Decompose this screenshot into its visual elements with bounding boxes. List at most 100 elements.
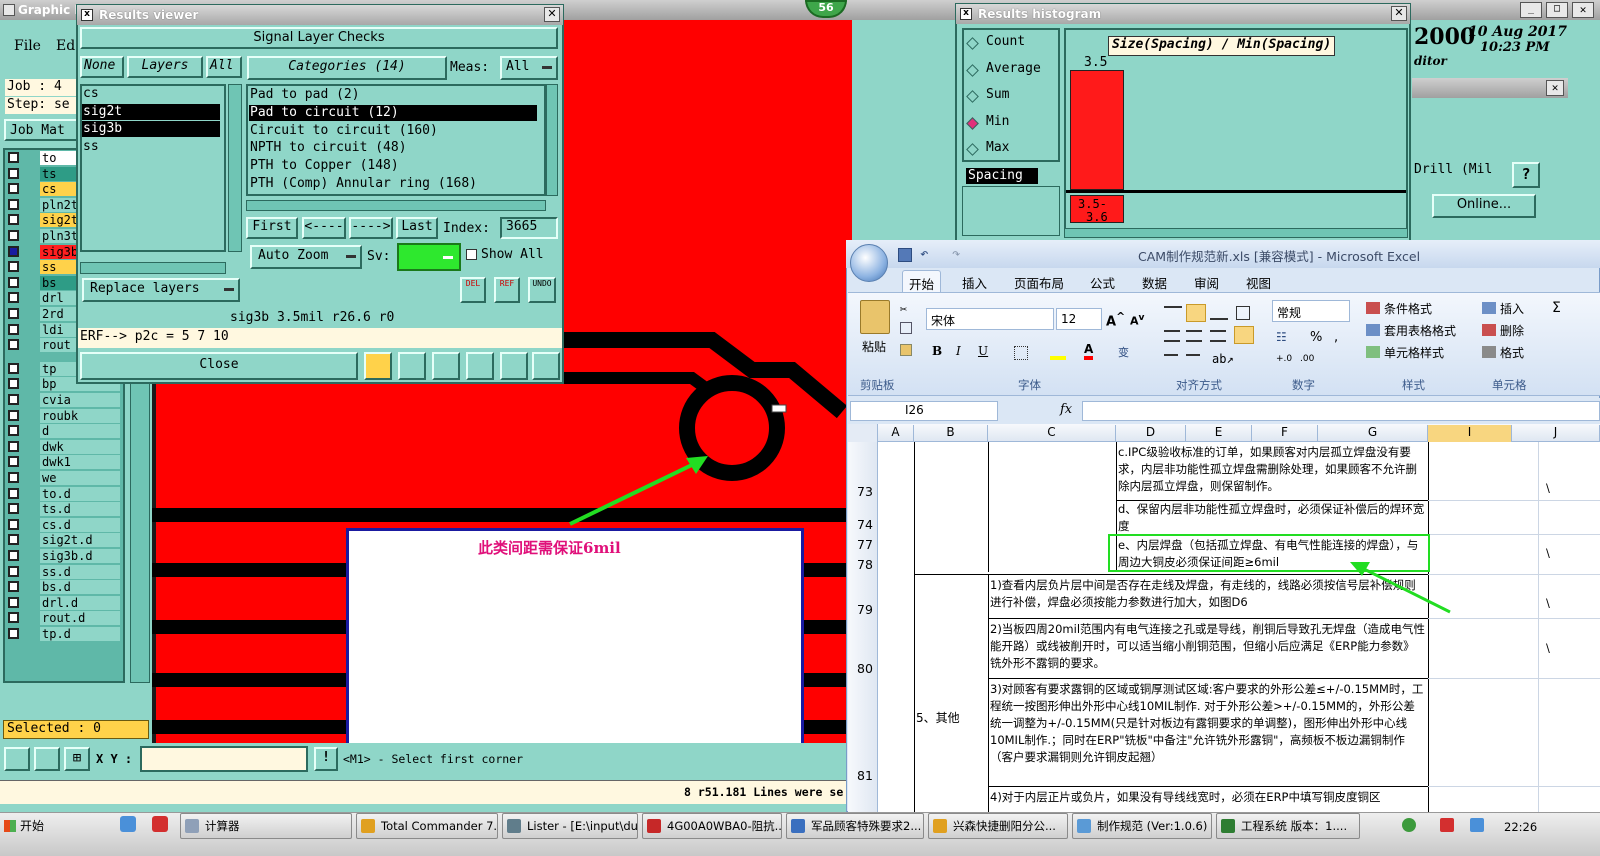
cell-c80[interactable]: 2)当板四周20mil范围内有电气连接之孔或是导线，削铜后导致孔无焊盘（造成电气… bbox=[990, 621, 1426, 677]
undo-icon[interactable]: ↶ bbox=[920, 246, 928, 262]
measure-icon[interactable] bbox=[364, 352, 392, 380]
cell-styles-button[interactable]: 单元格样式 bbox=[1384, 344, 1444, 361]
taskbar-item[interactable]: Total Commander 7.0... bbox=[356, 813, 498, 839]
ribbon-tab[interactable]: 公式 bbox=[1084, 270, 1121, 292]
undo-button[interactable]: UNDO bbox=[528, 277, 556, 303]
grow-font-icon[interactable]: A^ bbox=[1106, 310, 1125, 329]
align-center-icon[interactable] bbox=[1186, 330, 1202, 342]
currency-icon[interactable]: ☷ bbox=[1276, 330, 1287, 344]
cut-icon[interactable]: ✂ bbox=[900, 302, 907, 316]
name-box[interactable]: I26 bbox=[850, 401, 998, 421]
layer-row[interactable]: ss.d bbox=[6, 564, 122, 580]
ribbon-tab[interactable]: 数据 bbox=[1136, 270, 1173, 292]
auto-zoom-dropdown[interactable]: Auto Zoom bbox=[250, 245, 362, 269]
column-header[interactable]: J bbox=[1512, 425, 1600, 442]
pdf-icon[interactable] bbox=[152, 816, 168, 832]
window-menu-icon[interactable]: x bbox=[81, 9, 93, 21]
orientation-icon[interactable]: ab↗ bbox=[1212, 352, 1234, 366]
histogram-icon[interactable] bbox=[532, 352, 560, 380]
show-all-checkbox[interactable] bbox=[466, 249, 477, 260]
bold-icon[interactable]: B bbox=[932, 344, 942, 358]
delete-cells-button[interactable]: 删除 bbox=[1500, 322, 1524, 339]
layer-checkbox[interactable] bbox=[8, 198, 19, 210]
layer-checkbox[interactable] bbox=[8, 628, 19, 639]
export-icon[interactable] bbox=[398, 352, 426, 380]
ribbon-tab[interactable]: 视图 bbox=[1240, 270, 1277, 292]
histogram-option-min[interactable]: Min bbox=[966, 114, 1056, 134]
close-icon[interactable]: ✕ bbox=[1572, 2, 1594, 18]
paste-label[interactable]: 粘贴 bbox=[862, 338, 886, 355]
layer-row[interactable]: cvia bbox=[6, 393, 122, 408]
layer-checkbox[interactable] bbox=[8, 378, 19, 390]
cell-d73[interactable]: c.IPC级验收标准的订单，如果顾客对内层孤立焊盘没有要求，内层非功能性孤立焊盘… bbox=[1118, 444, 1426, 500]
column-header[interactable]: E bbox=[1186, 425, 1252, 442]
layer-row[interactable]: to.d bbox=[6, 486, 122, 502]
borders-icon[interactable] bbox=[1014, 346, 1028, 360]
layer-checkbox[interactable] bbox=[8, 339, 19, 351]
tool-icon-1[interactable] bbox=[4, 747, 30, 771]
align-right-icon[interactable] bbox=[1210, 330, 1226, 342]
column-header[interactable]: F bbox=[1252, 425, 1318, 442]
cell-d74[interactable]: d、保留内层非功能性孤立焊盘时，必须保证补偿后的焊环宽度 bbox=[1118, 501, 1426, 535]
merge-center-icon[interactable] bbox=[1234, 326, 1254, 344]
insert-cells-button[interactable]: 插入 bbox=[1500, 300, 1524, 317]
column-header[interactable]: A bbox=[878, 425, 914, 442]
layer-row[interactable]: we bbox=[6, 471, 122, 486]
fx-icon[interactable]: fx bbox=[1060, 402, 1072, 417]
next-button[interactable]: ----> bbox=[349, 217, 393, 239]
layer-checkbox[interactable] bbox=[8, 261, 19, 273]
layer-checkbox[interactable] bbox=[8, 596, 19, 608]
shrink-font-icon[interactable]: Av bbox=[1130, 312, 1144, 328]
row-number[interactable]: 79 bbox=[852, 602, 878, 617]
maximize-icon[interactable]: □ bbox=[1546, 2, 1568, 18]
layer-list-hscroll[interactable] bbox=[80, 262, 226, 274]
taskbar-item[interactable]: 4G00A0WBA0-阻抗... bbox=[642, 813, 782, 839]
font-name-select[interactable]: 宋体 bbox=[926, 308, 1054, 330]
layer-row[interactable]: ts.d bbox=[6, 502, 122, 517]
align-middle-icon[interactable] bbox=[1186, 304, 1206, 322]
layer-checkbox[interactable] bbox=[8, 565, 19, 577]
xy-input[interactable] bbox=[140, 746, 308, 772]
layer-checkbox[interactable] bbox=[8, 183, 19, 195]
wrap-text-icon[interactable] bbox=[1236, 306, 1250, 320]
taskbar-item[interactable]: 军品顾客特殊要求2... bbox=[786, 813, 924, 839]
phonetic-icon[interactable]: 变 bbox=[1118, 344, 1129, 360]
layer-checkbox[interactable] bbox=[8, 456, 19, 468]
histogram-option-sum[interactable]: Sum bbox=[966, 87, 1056, 107]
layer-row[interactable]: sig2t.d bbox=[6, 533, 122, 548]
category-item[interactable]: NPTH to circuit (48) bbox=[249, 140, 537, 156]
row-number[interactable]: 80 bbox=[852, 661, 878, 676]
format-as-table-button[interactable]: 套用表格格式 bbox=[1384, 322, 1456, 339]
results-layer-item[interactable]: sig2t bbox=[82, 104, 220, 120]
all-button[interactable]: All bbox=[206, 56, 242, 78]
quick-save-icon[interactable] bbox=[898, 248, 912, 262]
categories-hscroll[interactable] bbox=[246, 200, 546, 211]
meas-dropdown[interactable]: All bbox=[500, 56, 558, 80]
online-button[interactable]: Online... bbox=[1432, 194, 1536, 218]
redo-icon[interactable]: ↷ bbox=[952, 246, 960, 262]
quick-launch-icon[interactable] bbox=[120, 816, 136, 832]
category-item[interactable]: Pad to circuit (12) bbox=[249, 104, 537, 121]
start-button[interactable]: 开始 bbox=[0, 814, 50, 838]
comma-icon[interactable]: , bbox=[1334, 330, 1338, 345]
row-number[interactable]: 78 bbox=[852, 557, 878, 572]
histogram-scrollbar[interactable] bbox=[1064, 228, 1408, 238]
last-button[interactable]: Last bbox=[396, 217, 438, 239]
tray-icon[interactable] bbox=[1470, 818, 1484, 832]
layer-checkbox[interactable] bbox=[8, 534, 19, 546]
categories-scrollbar[interactable] bbox=[546, 84, 558, 196]
ribbon-tab[interactable]: 插入 bbox=[956, 270, 993, 292]
menu-file[interactable]: File bbox=[14, 38, 41, 54]
minimize-icon[interactable]: _ bbox=[1520, 2, 1542, 18]
row-number[interactable]: 77 bbox=[852, 537, 878, 552]
histogram-option-count[interactable]: Count bbox=[966, 34, 1056, 54]
sv-color-dropdown[interactable] bbox=[397, 243, 461, 271]
cell-b-category[interactable]: 5、其他 bbox=[916, 710, 960, 727]
tray-icon[interactable] bbox=[1402, 818, 1416, 832]
close-icon[interactable]: ✕ bbox=[1391, 6, 1407, 21]
layer-checkbox[interactable] bbox=[8, 472, 19, 483]
alert-icon[interactable]: ! bbox=[314, 747, 338, 771]
layer-row[interactable]: d bbox=[6, 424, 122, 439]
layer-checkbox[interactable] bbox=[8, 550, 19, 561]
first-button[interactable]: First bbox=[246, 217, 298, 239]
